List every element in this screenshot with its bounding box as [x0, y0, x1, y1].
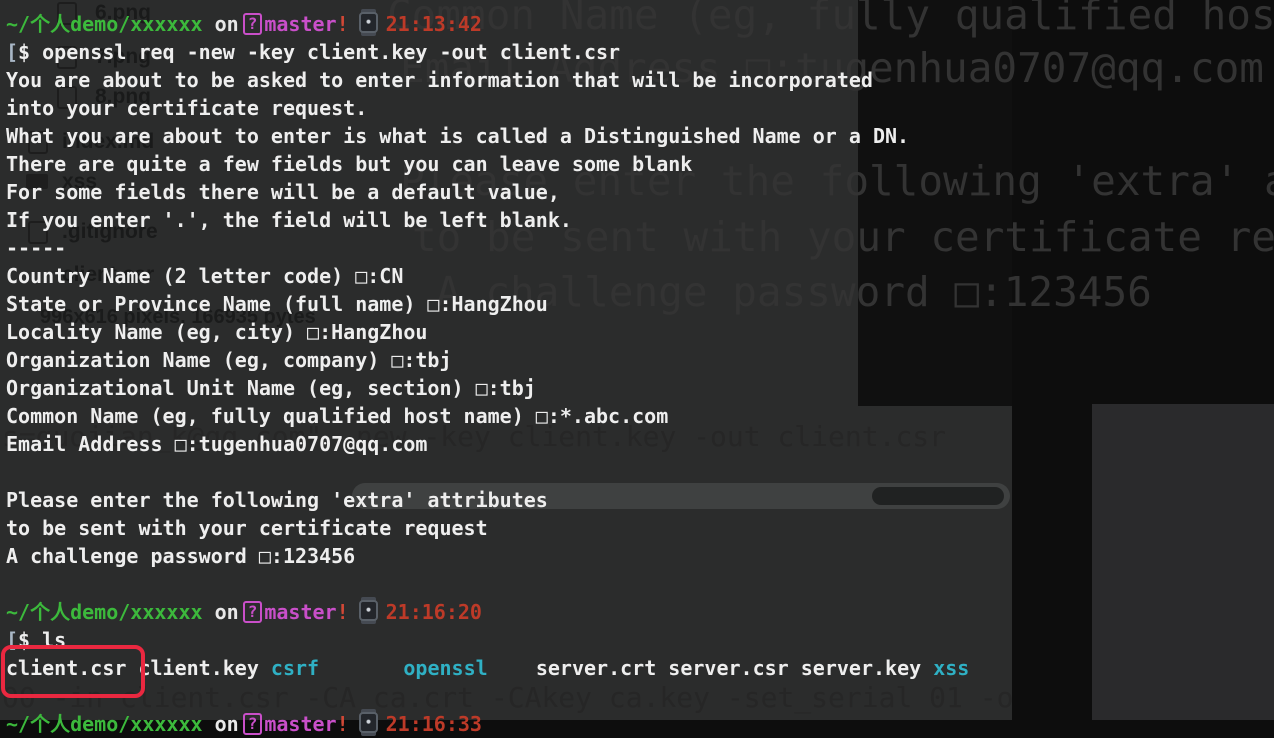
prompt-timestamp: 21:13:42	[386, 12, 482, 36]
prompt-on	[203, 712, 215, 736]
output-line: into your certificate request.	[6, 94, 367, 122]
ls-output-row: client.csr client.key csrf openssl serve…	[6, 654, 969, 682]
output-line: Locality Name (eg, city) □:HangZhou	[6, 318, 427, 346]
prompt-on	[203, 600, 215, 624]
watch-icon	[359, 600, 378, 621]
git-branch-icon: ?	[243, 13, 263, 35]
screenshot-root: { "colors": { "terminal_bg": "#2b2c2c", …	[0, 0, 1274, 720]
command-line: [$ openssl req -new -key client.key -out…	[6, 38, 620, 66]
prompt-on-word: on	[215, 12, 239, 36]
prompt-marker: [	[6, 40, 18, 64]
command-text: $ openssl req -new -key client.key -out …	[18, 40, 620, 64]
prompt-on-word: on	[215, 600, 239, 624]
output-line: to be sent with your certificate request	[6, 514, 488, 542]
output-line: Country Name (2 letter code) □:CN	[6, 262, 403, 290]
background-window-strip	[1092, 404, 1274, 720]
output-line: Common Name (eg, fully qualified host na…	[6, 402, 668, 430]
output-line: Email Address □:tugenhua0707@qq.com	[6, 430, 427, 458]
output-line: A challenge password □:123456	[6, 542, 355, 570]
ls-gap	[319, 656, 403, 680]
git-branch-icon: ?	[243, 713, 263, 735]
ls-directory: csrf	[271, 656, 319, 680]
branch-name: master	[264, 600, 336, 624]
git-branch-icon: ?	[243, 601, 263, 623]
terminal-text-layer: ~/个人demo/xxxxxx on?master!21:13:42 [$ op…	[0, 0, 1012, 720]
prompt-path: ~/个人demo/xxxxxx	[6, 712, 203, 736]
prompt-on	[203, 12, 215, 36]
output-line: If you enter '.', the field will be left…	[6, 206, 572, 234]
prompt-timestamp: 21:16:33	[386, 712, 482, 736]
watch-icon	[359, 12, 378, 33]
branch-dirty-flag: !	[337, 712, 349, 736]
ls-files: server.crt server.csr server.key	[488, 656, 934, 680]
watch-icon	[359, 712, 378, 733]
prompt-line-clipped: ~/个人demo/xxxxxx on?master! 21:16:33	[6, 710, 482, 738]
branch-dirty-flag: !	[337, 600, 349, 624]
prompt-line: ~/个人demo/xxxxxx on?master! 21:16:20	[6, 598, 482, 626]
output-line: There are quite a few fields but you can…	[6, 150, 692, 178]
output-line: You are about to be asked to enter infor…	[6, 66, 873, 94]
branch-name: master	[264, 12, 336, 36]
prompt-on-word: on	[215, 712, 239, 736]
ls-directory: xss	[933, 656, 969, 680]
prompt-timestamp: 21:16:20	[386, 600, 482, 624]
ls-directory: openssl	[403, 656, 487, 680]
output-line: Please enter the following 'extra' attri…	[6, 486, 548, 514]
output-line: What you are about to enter is what is c…	[6, 122, 909, 150]
prompt-line: ~/个人demo/xxxxxx on?master! 21:13:42	[6, 10, 482, 38]
output-line: State or Province Name (full name) □:Han…	[6, 290, 548, 318]
branch-name: master	[264, 712, 336, 736]
branch-dirty-flag: !	[337, 12, 349, 36]
output-separator: -----	[6, 234, 66, 262]
prompt-path: ~/个人demo/xxxxxx	[6, 12, 203, 36]
client-csr-highlight-annotation	[1, 645, 145, 698]
prompt-path: ~/个人demo/xxxxxx	[6, 600, 203, 624]
output-line: Organizational Unit Name (eg, section) □…	[6, 374, 536, 402]
output-line: Organization Name (eg, company) □:tbj	[6, 346, 452, 374]
output-line: For some fields there will be a default …	[6, 178, 560, 206]
